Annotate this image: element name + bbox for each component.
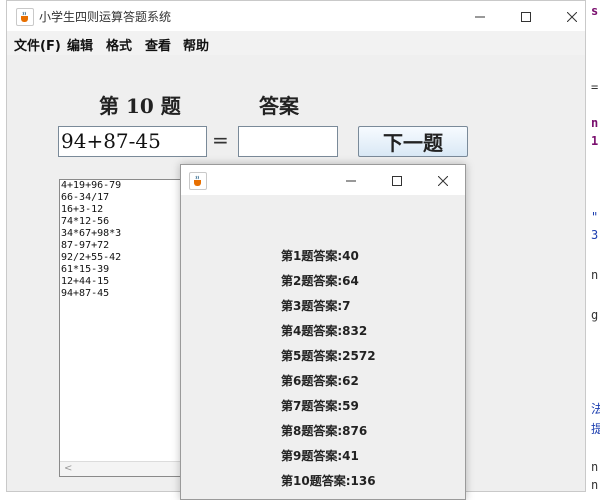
menu-bar: 文件(F) 编辑 格式 查看 帮助 (7, 31, 585, 55)
menu-file[interactable]: 文件(F) (14, 35, 61, 54)
editor-fragment: 1 (591, 134, 599, 148)
menu-format[interactable]: 格式 (106, 35, 132, 54)
answer-window: 第1题答案:40 第2题答案:64 第3题答案:7 第4题答案:832 第5题答案:25… (180, 164, 466, 500)
editor-fragment: = (591, 80, 599, 94)
answer-label: 答案 (259, 94, 299, 118)
equals-sign: = (212, 128, 229, 152)
editor-fragment: n (591, 478, 599, 492)
editor-fragment: n (591, 268, 599, 282)
java-cup-icon (189, 172, 207, 190)
close-icon (566, 7, 578, 26)
java-cup-icon (16, 8, 34, 26)
answer-item: 第10题答案:136 (281, 474, 376, 488)
maximize-icon (392, 171, 402, 190)
maximize-icon (521, 7, 531, 26)
answer-item: 第5题答案:2572 (281, 349, 376, 363)
answer-input[interactable] (238, 126, 338, 157)
minimize-icon (346, 171, 356, 190)
answer-item: 第6题答案:62 (281, 374, 359, 388)
editor-fragment: n (591, 116, 599, 130)
answer-item: 第7题答案:59 (281, 399, 359, 413)
next-question-button[interactable]: 下一题 (358, 126, 468, 157)
background-editor: s = n 1 " 3 n g 法 提 n n (586, 0, 600, 500)
minimize-icon (475, 7, 485, 26)
close-button[interactable] (549, 1, 595, 31)
answer-item: 第8题答案:876 (281, 424, 368, 438)
answer-item: 第1题答案:40 (281, 249, 359, 263)
scroll-left-icon[interactable]: < (64, 463, 72, 474)
window-title: 小学生四则运算答题系统 (39, 10, 172, 24)
minimize-button[interactable] (457, 1, 503, 31)
answer-close-button[interactable] (420, 165, 466, 195)
editor-fragment: 提 (591, 422, 600, 436)
menu-edit[interactable]: 编辑 (67, 35, 93, 54)
main-titlebar[interactable]: 小学生四则运算答题系统 (7, 1, 585, 31)
answer-item: 第9题答案:41 (281, 449, 359, 463)
answer-item: 第4题答案:832 (281, 324, 368, 338)
maximize-button[interactable] (503, 1, 549, 31)
editor-fragment: " (591, 210, 599, 224)
answer-titlebar[interactable] (181, 165, 465, 195)
editor-fragment: g (591, 308, 599, 322)
question-field: 94+87-45 (58, 126, 207, 157)
menu-view[interactable]: 查看 (145, 35, 171, 54)
answer-maximize-button[interactable] (374, 165, 420, 195)
menu-help[interactable]: 帮助 (183, 35, 209, 54)
editor-fragment: 法 (591, 402, 600, 416)
question-number-label: 第 10 题 (99, 94, 181, 118)
answer-item: 第2题答案:64 (281, 274, 359, 288)
answer-item: 第3题答案:7 (281, 299, 351, 313)
answer-minimize-button[interactable] (328, 165, 374, 195)
editor-fragment: n (591, 460, 599, 474)
close-icon (437, 171, 449, 190)
editor-fragment: 3 (591, 228, 599, 242)
